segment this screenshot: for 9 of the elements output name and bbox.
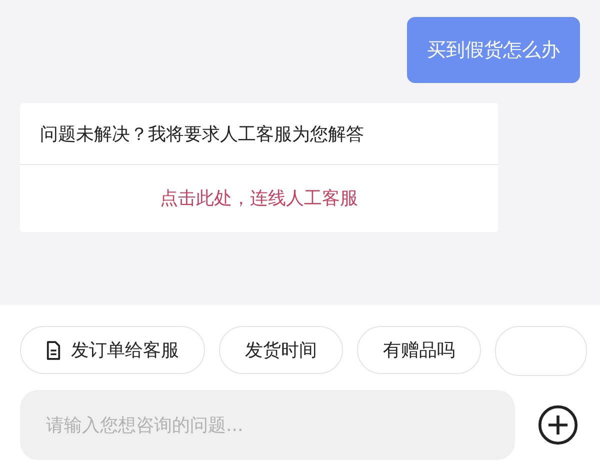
quick-reply-chip[interactable]: 发货时间 xyxy=(219,326,343,374)
connect-agent-link[interactable]: 点击此处，连线人工客服 xyxy=(160,187,358,211)
user-message-bubble: 买到假货怎么办 xyxy=(407,17,580,83)
add-icon[interactable] xyxy=(537,404,579,446)
quick-reply-chip[interactable]: 发订单给客服 xyxy=(20,326,205,374)
document-icon xyxy=(46,340,61,360)
message-input-field[interactable]: 请输入您想咨询的问题... xyxy=(20,390,515,460)
quick-reply-chip[interactable]: 有赠品吗 xyxy=(357,326,481,374)
bot-message-text: 问题未解决？我将要求人工客服为您解答 xyxy=(39,123,365,147)
